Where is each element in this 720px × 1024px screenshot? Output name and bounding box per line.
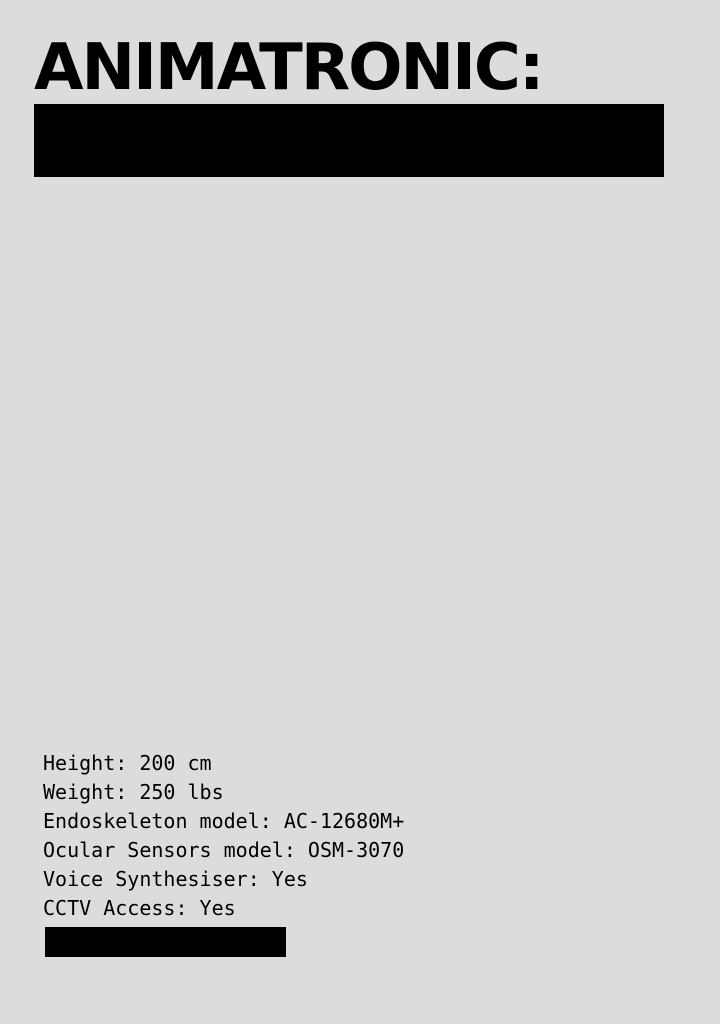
spec-weight: Weight: 250 lbs xyxy=(43,780,224,804)
spec-ocular-sensors-model: Ocular Sensors model: OSM-3070 xyxy=(43,838,405,862)
spec-cctv-access: CCTV Access: Yes xyxy=(43,896,236,920)
spec-endoskeleton-model: Endoskeleton model: AC-12680M+ xyxy=(43,809,405,833)
redacted-name-bar xyxy=(34,104,664,177)
spec-voice-synthesiser: Voice Synthesiser: Yes xyxy=(43,867,308,891)
page-title: ANIMATRONIC: xyxy=(34,31,544,105)
spec-height: Height: 200 cm xyxy=(43,751,212,775)
spec-list: Height: 200 cm Weight: 250 lbs Endoskele… xyxy=(43,749,404,923)
redacted-footer-bar xyxy=(45,927,286,957)
